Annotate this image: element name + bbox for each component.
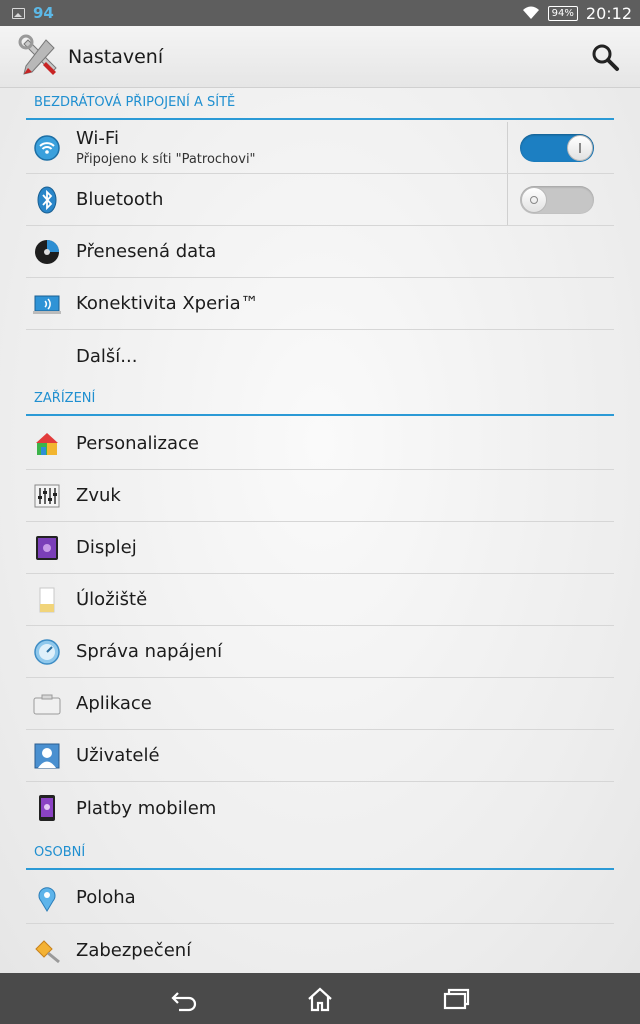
section-header-wireless: BEZDRÁTOVÁ PŘIPOJENÍ A SÍTĚ — [26, 88, 614, 120]
bluetooth-label: Bluetooth — [76, 189, 164, 210]
section-header-personal: OSOBNÍ — [26, 838, 614, 870]
bluetooth-icon — [37, 186, 57, 213]
display-label: Displej — [76, 537, 137, 558]
mobile-payments-icon — [39, 795, 55, 821]
users-icon — [34, 743, 60, 768]
security-label: Zabezpečení — [76, 939, 192, 961]
settings-item-personalization[interactable]: Personalizace — [26, 418, 614, 470]
gallery-notification-icon — [12, 7, 25, 19]
storage-label: Úložiště — [76, 589, 148, 610]
settings-item-apps[interactable]: Aplikace — [26, 678, 614, 730]
mobile-payments-label: Platby mobilem — [76, 797, 217, 819]
battery-indicator: 94% — [547, 5, 578, 21]
power-management-label: Správa napájení — [76, 641, 223, 662]
users-label: Uživatelé — [76, 745, 160, 766]
settings-item-more[interactable]: Další... — [26, 330, 614, 382]
back-icon[interactable] — [169, 984, 199, 1014]
wifi-signal-icon — [522, 6, 539, 19]
storage-sdcard-icon — [39, 587, 55, 612]
xperia-connectivity-icon — [33, 295, 61, 314]
settings-item-users[interactable]: Uživatelé — [26, 730, 614, 782]
search-icon[interactable] — [590, 42, 620, 72]
display-icon — [36, 535, 58, 560]
settings-item-storage[interactable]: Úložiště — [26, 574, 614, 626]
settings-item-location[interactable]: Poloha — [26, 872, 614, 924]
location-label: Poloha — [76, 887, 136, 908]
personalization-icon — [36, 432, 58, 455]
home-icon[interactable] — [305, 984, 335, 1014]
settings-item-mobile-payments[interactable]: Platby mobilem — [26, 782, 614, 834]
recent-apps-icon[interactable] — [441, 984, 471, 1014]
navigation-bar — [0, 973, 640, 1024]
settings-item-wifi[interactable]: Wi-Fi Připojeno k síti "Patrochovi" — [26, 122, 614, 174]
page-title: Nastavení — [68, 45, 164, 68]
apps-icon — [33, 694, 61, 714]
data-usage-icon — [35, 239, 59, 264]
xperia-connectivity-label: Konektivita Xperia™ — [76, 293, 259, 314]
sound-label: Zvuk — [76, 485, 121, 506]
clock: 20:12 — [585, 3, 632, 23]
wifi-icon — [34, 134, 60, 161]
no-icon-spacer — [32, 341, 62, 371]
settings-item-sound[interactable]: Zvuk — [26, 470, 614, 522]
settings-item-power-management[interactable]: Správa napájení — [26, 626, 614, 678]
wifi-label: Wi-Fi — [76, 128, 119, 149]
status-bar: 94 94% 20:12 — [0, 0, 640, 26]
settings-item-security[interactable]: Zabezpečení — [26, 924, 614, 973]
wifi-status: Připojeno k síti "Patrochovi" — [76, 152, 256, 167]
data-usage-label: Přenesená data — [76, 241, 217, 262]
bluetooth-toggle[interactable] — [520, 185, 594, 214]
apps-label: Aplikace — [76, 693, 152, 714]
section-header-device: ZAŘÍZENÍ — [26, 384, 614, 416]
location-pin-icon — [38, 886, 56, 912]
personalization-label: Personalizace — [76, 433, 199, 454]
settings-item-display[interactable]: Displej — [26, 522, 614, 574]
settings-item-bluetooth[interactable]: Bluetooth — [26, 174, 614, 226]
notification-number: 94 — [33, 4, 54, 22]
settings-item-xperia-connectivity[interactable]: Konektivita Xperia™ — [26, 278, 614, 330]
action-bar: Nastavení — [0, 26, 640, 88]
wifi-toggle[interactable] — [520, 133, 594, 162]
security-key-icon — [35, 940, 60, 964]
settings-list[interactable]: BEZDRÁTOVÁ PŘIPOJENÍ A SÍTĚ Wi-Fi Připoj… — [0, 88, 640, 973]
sound-equalizer-icon — [34, 484, 60, 507]
settings-tools-icon[interactable] — [16, 34, 62, 80]
power-management-icon — [34, 638, 60, 665]
more-label: Další... — [76, 345, 138, 367]
settings-item-data-usage[interactable]: Přenesená data — [26, 226, 614, 278]
